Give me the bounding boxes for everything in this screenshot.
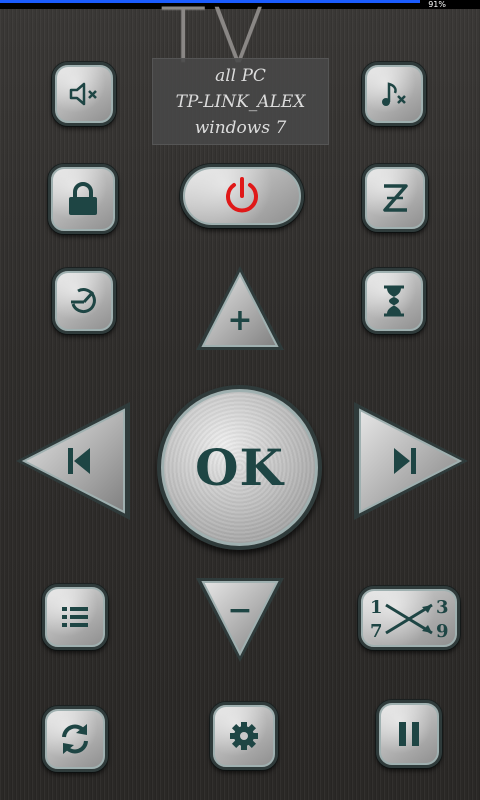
menu-button[interactable] [42, 584, 108, 650]
gear-icon [229, 721, 259, 751]
sleep-button[interactable] [362, 164, 428, 232]
volume-up-label: + [227, 303, 252, 338]
timer-icon [67, 284, 101, 318]
svg-text:1: 1 [370, 597, 383, 618]
svg-text:3: 3 [436, 597, 449, 618]
connection-line-1: all PC [215, 66, 266, 86]
refresh-button[interactable] [42, 706, 108, 772]
ok-button[interactable]: OK [157, 385, 322, 550]
pause-button[interactable] [376, 700, 442, 768]
numpad-button[interactable]: 1 3 7 9 [358, 586, 460, 650]
music-mute-button[interactable] [362, 62, 426, 126]
volume-down-button[interactable]: − [192, 574, 288, 666]
refresh-icon [57, 721, 93, 757]
hourglass-button[interactable] [362, 268, 426, 334]
mute-button[interactable] [52, 62, 116, 126]
svg-text:9: 9 [436, 621, 449, 642]
numbers-swap-icon: 1 3 7 9 [364, 593, 454, 643]
timer-button[interactable] [52, 268, 116, 334]
volume-down-label: − [227, 593, 252, 628]
svg-text:7: 7 [370, 621, 383, 642]
sleep-z-icon [379, 181, 411, 215]
next-button[interactable] [350, 398, 472, 524]
connection-line-3: windows 7 [194, 118, 287, 138]
connection-info: all PC TP-LINK_ALEX windows 7 [152, 58, 329, 145]
pause-icon [396, 719, 422, 749]
menu-list-icon [60, 604, 90, 630]
music-mute-icon [379, 81, 409, 107]
speaker-mute-icon [69, 82, 99, 106]
connection-line-2: TP-LINK_ALEX [175, 92, 306, 112]
volume-up-button[interactable]: + [192, 262, 288, 354]
hourglass-icon [381, 284, 407, 318]
ok-label: OK [194, 438, 284, 497]
power-button[interactable] [180, 164, 304, 228]
settings-button[interactable] [210, 702, 278, 770]
lock-button[interactable] [48, 164, 118, 234]
lock-icon [66, 181, 100, 217]
previous-button[interactable] [12, 398, 134, 524]
battery-level: 91% [428, 0, 446, 9]
power-icon [222, 176, 262, 216]
